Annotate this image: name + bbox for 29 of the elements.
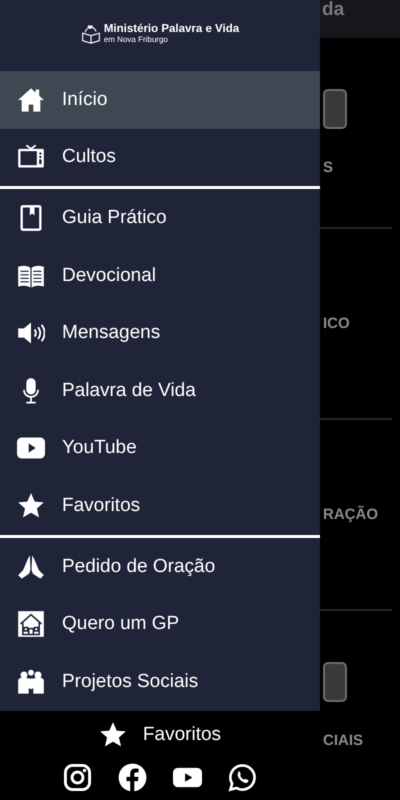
menu-item[interactable]: Devocional xyxy=(0,246,320,304)
card-title: RAÇÃO xyxy=(323,506,378,523)
menu-item[interactable]: Favoritos xyxy=(0,477,320,535)
menu-item[interactable]: Cultos xyxy=(0,128,320,186)
menu-item[interactable]: Quero um GP xyxy=(0,595,320,653)
whatsapp-icon xyxy=(228,762,257,792)
menu-item[interactable]: Mensagens xyxy=(0,304,320,362)
star-icon xyxy=(17,492,45,520)
card-title: ICO xyxy=(323,315,350,332)
header-title: da xyxy=(322,0,344,21)
home-icon xyxy=(17,86,45,114)
menu-item[interactable]: Início xyxy=(0,71,320,129)
card-title: CIAIS xyxy=(323,732,364,749)
card-title: S xyxy=(323,159,334,176)
house-icon xyxy=(17,610,45,638)
menu-item[interactable]: YouTube xyxy=(0,420,320,478)
menu-item[interactable]: Pedido de Oração xyxy=(0,538,320,596)
menu-item[interactable]: Projetos Sociais xyxy=(0,652,320,711)
logo-title: Ministério Palavra e Vida xyxy=(104,24,240,36)
logo-icon xyxy=(80,23,101,45)
logo-subtitle: em Nova Friburgo xyxy=(104,36,169,44)
instagram-icon xyxy=(63,762,92,792)
menu-item[interactable]: Guia Prático xyxy=(0,189,320,247)
people-icon xyxy=(17,668,45,696)
facebook-icon xyxy=(118,762,147,792)
star-icon xyxy=(98,720,127,749)
menu-item[interactable]: Palavra de Vida xyxy=(0,362,320,420)
favorites-link[interactable]: Favoritos xyxy=(98,720,222,749)
praying-hands-icon xyxy=(17,552,45,581)
